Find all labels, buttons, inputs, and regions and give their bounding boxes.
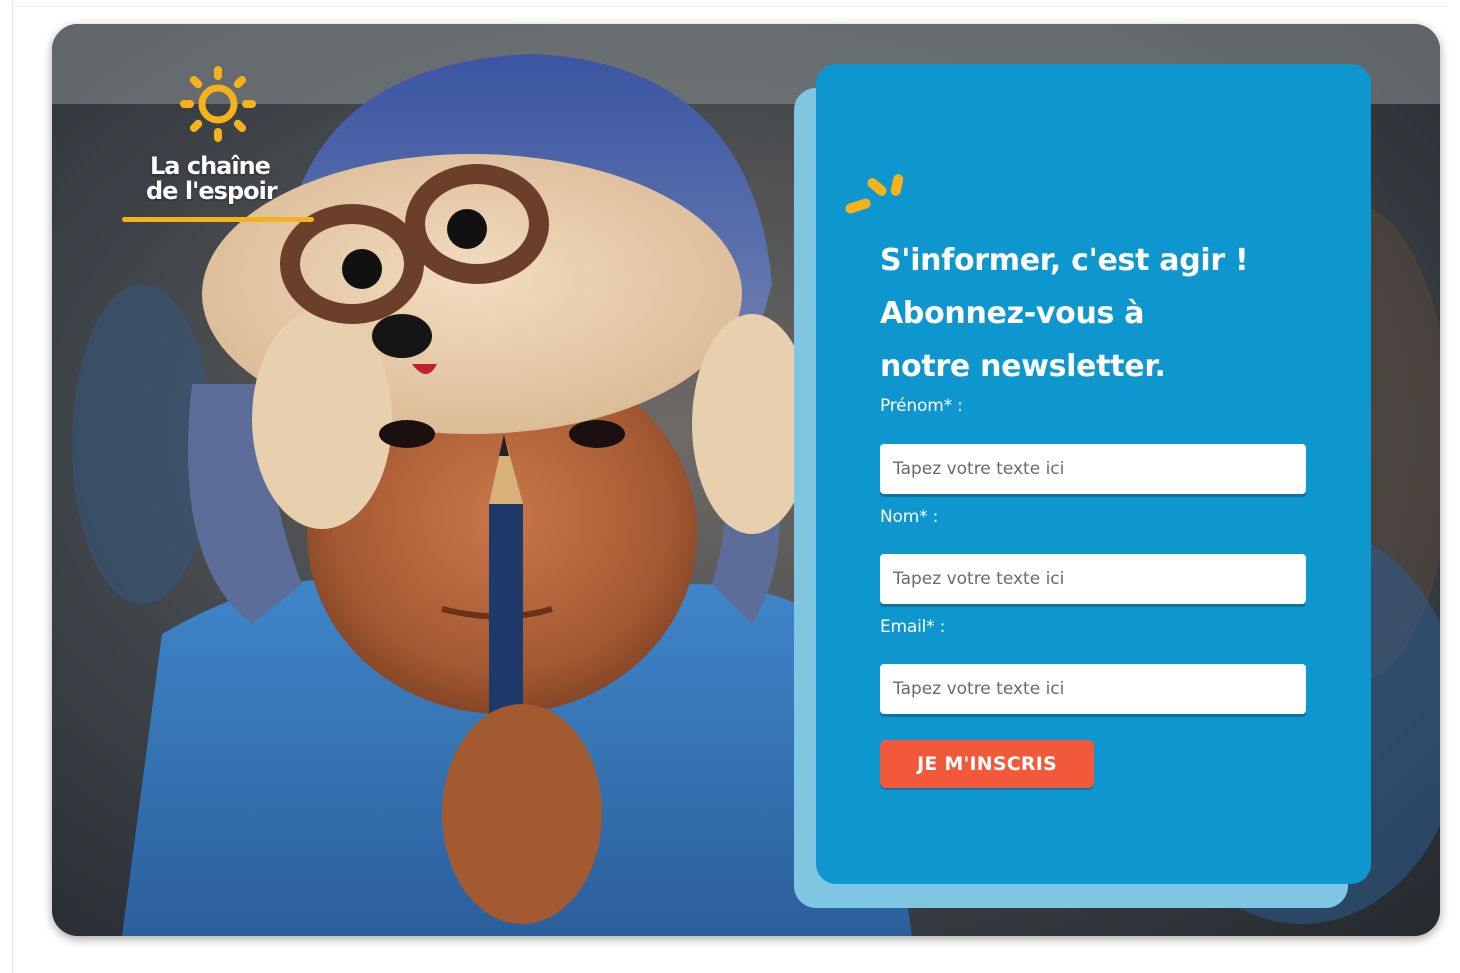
firstname-input[interactable] [880, 444, 1306, 494]
newsletter-title-line-1: S'informer, c'est agir ! [880, 243, 1249, 278]
page-frame-border [12, 0, 13, 973]
email-input[interactable] [880, 664, 1306, 714]
newsletter-title-line-3: notre newsletter. [880, 349, 1166, 384]
logo-line-2: de l'espoir [146, 177, 278, 205]
email-label: Email* : [880, 617, 946, 637]
newsletter-title-line-2: Abonnez-vous à [880, 296, 1145, 331]
newsletter-card: S'informer, c'est agir ! Abonnez-vous à … [816, 64, 1371, 884]
firstname-label: Prénom* : [880, 396, 963, 416]
logo-line-1: La chaîne [150, 152, 271, 180]
page-frame-border-top [12, 6, 1447, 7]
brand-logo[interactable]: La chaîne de l'espoir [120, 64, 320, 224]
logo-wordmark: La chaîne de l'espoir [146, 152, 278, 205]
lastname-label: Nom* : [880, 507, 939, 527]
hero-banner: La chaîne de l'espoir S'informer, c'est … [52, 24, 1440, 936]
lastname-input[interactable] [880, 554, 1306, 604]
newsletter-title: S'informer, c'est agir ! Abonnez-vous à … [880, 234, 1340, 393]
sun-icon [180, 66, 256, 142]
spark-accent-icon [845, 174, 904, 214]
logo-underline [122, 217, 314, 222]
subscribe-button[interactable]: JE M'INSCRIS [880, 740, 1094, 788]
